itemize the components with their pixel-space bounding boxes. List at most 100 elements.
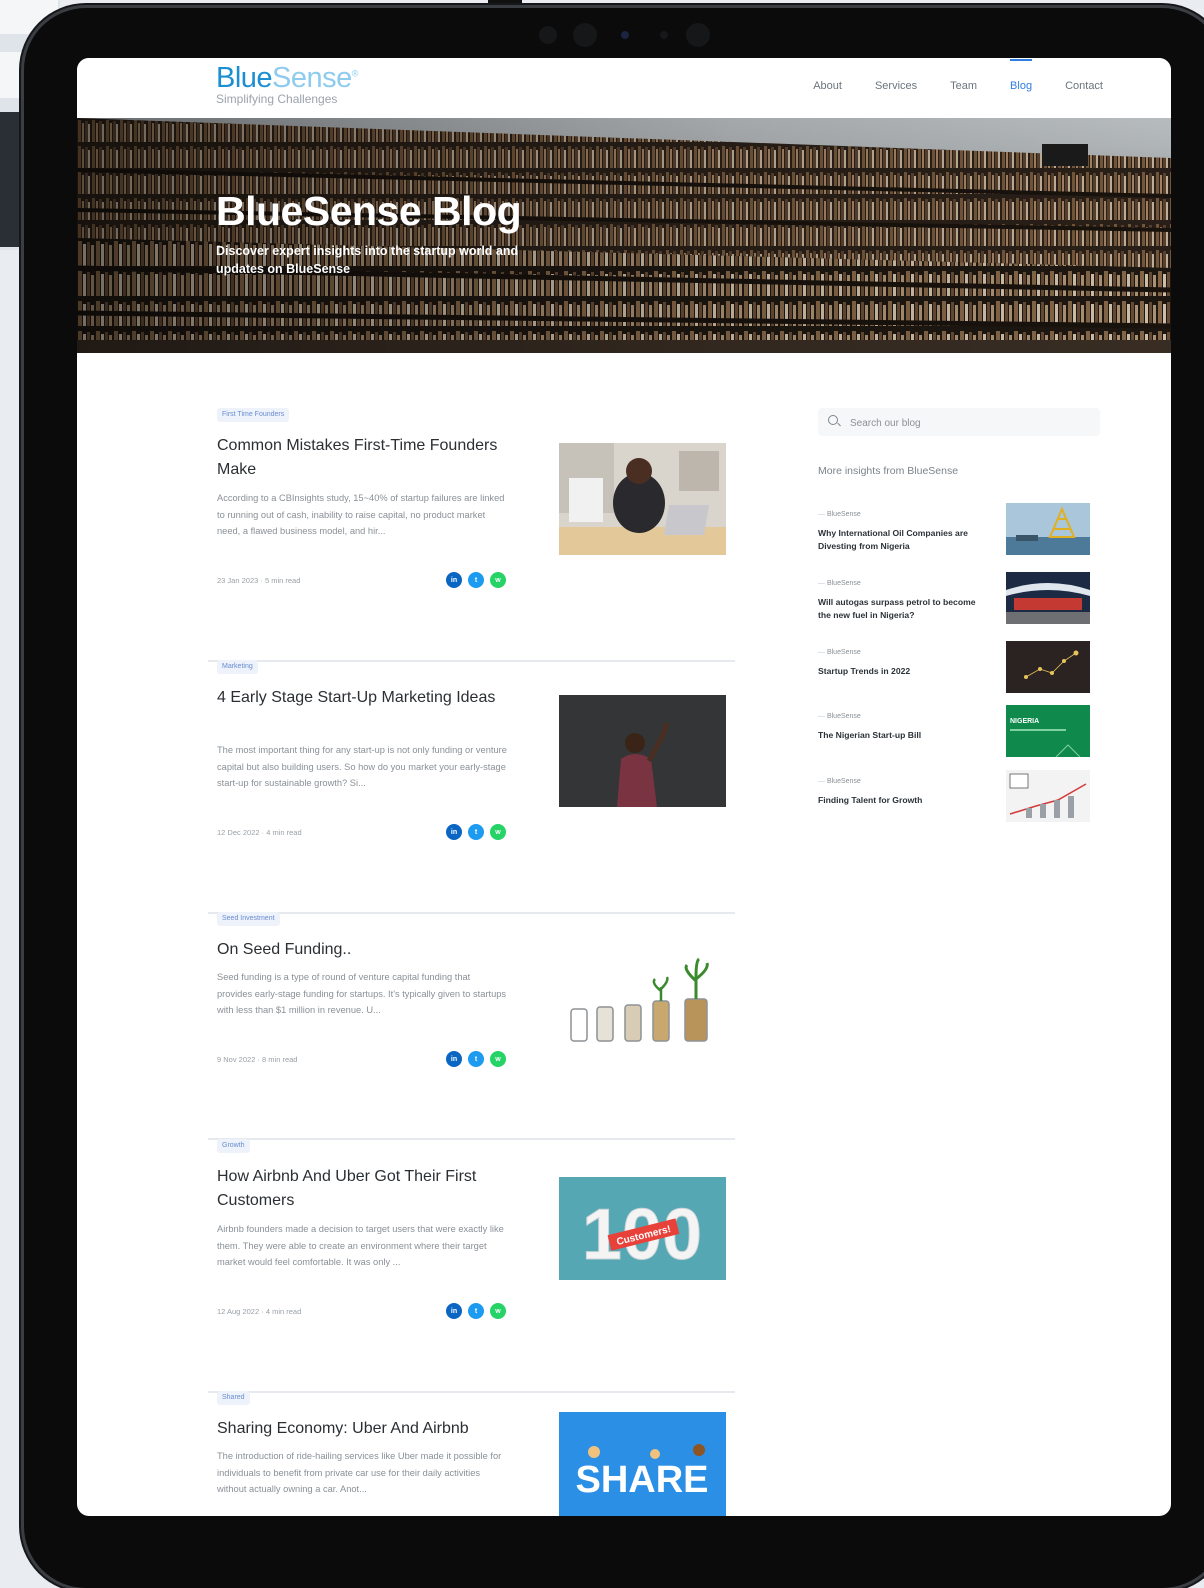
sidebar-author: BlueSense	[818, 580, 861, 587]
blog-post-card[interactable]: Marketing 4 Early Stage Start-Up Marketi…	[208, 660, 735, 914]
sidebar-article-title[interactable]: Why International Oil Companies are Dive…	[818, 527, 978, 552]
post-excerpt: According to a CBInsights study, 15~40% …	[217, 493, 505, 536]
sidebar-thumbnail[interactable]	[1006, 770, 1090, 822]
twitter-icon[interactable]: t	[468, 1303, 484, 1319]
camera-lens	[686, 23, 710, 47]
linkedin-icon[interactable]: in	[446, 1303, 462, 1319]
nav-team[interactable]: Team	[950, 80, 977, 92]
sidebar-thumbnail[interactable]	[1006, 503, 1090, 555]
sidebar-article[interactable]: BlueSense The Nigerian Start-up Bill NIG…	[818, 705, 1090, 767]
twitter-icon[interactable]: t	[468, 824, 484, 840]
linkedin-icon[interactable]: in	[446, 572, 462, 588]
search-input[interactable]	[848, 413, 1092, 433]
post-tag[interactable]: Growth	[217, 1139, 250, 1153]
founder-desk-image	[559, 443, 726, 555]
site-header: BlueSense® Simplifying Challenges About …	[77, 58, 1171, 118]
post-date: 12 Aug 2022	[217, 1307, 260, 1316]
nav-contact[interactable]: Contact	[1065, 80, 1103, 92]
post-read-time: 4 min read	[266, 828, 302, 837]
whatsapp-icon[interactable]: w	[490, 824, 506, 840]
post-thumbnail[interactable]: SHARE	[559, 1412, 726, 1516]
sidebar-article[interactable]: BlueSense Finding Talent for Growth	[818, 770, 1090, 832]
sidebar-article[interactable]: BlueSense Why International Oil Companie…	[818, 503, 1090, 565]
whatsapp-icon[interactable]: w	[490, 1051, 506, 1067]
camera-dot	[660, 31, 668, 39]
nav-services[interactable]: Services	[875, 80, 917, 92]
linkedin-icon[interactable]: in	[446, 824, 462, 840]
post-thumbnail[interactable]	[559, 947, 726, 1059]
sidebar-thumbnail[interactable]	[1006, 572, 1090, 624]
camera-sensor	[621, 31, 629, 39]
post-title[interactable]: How Airbnb And Uber Got Their First Cust…	[217, 1165, 517, 1213]
post-meta: 12 Dec 2022 · 4 min read	[217, 828, 302, 837]
camera-lens	[573, 23, 597, 47]
sidebar-article[interactable]: BlueSense Will autogas surpass petrol to…	[818, 572, 1090, 634]
post-date: 12 Dec 2022	[217, 828, 260, 837]
main-nav: About Services Team Blog Contact	[780, 59, 1103, 92]
chalkboard-image	[559, 695, 726, 807]
hero-title: BlueSense Blog	[216, 188, 522, 234]
twitter-icon[interactable]: t	[468, 572, 484, 588]
logo-secondary: Sense	[272, 62, 352, 94]
hero-subtitle: Discover expert insights into the startu…	[216, 244, 519, 276]
post-tag[interactable]: Seed Investment	[217, 912, 280, 926]
post-tag[interactable]: First Time Founders	[217, 408, 290, 422]
share-buttons: in t w	[446, 572, 506, 588]
whatsapp-icon[interactable]: w	[490, 572, 506, 588]
post-excerpt: The most important thing for any start-u…	[217, 745, 507, 788]
logo[interactable]: BlueSense®	[216, 62, 358, 95]
post-thumbnail[interactable]: 100 Customers!	[559, 1177, 726, 1280]
sidebar-article-title[interactable]: Startup Trends in 2022	[818, 665, 978, 678]
oil-rig-image	[1006, 503, 1090, 555]
post-meta: 9 Nov 2022 · 8 min read	[217, 1055, 298, 1064]
post-meta: 12 Aug 2022 · 4 min read	[217, 1307, 302, 1316]
blog-post-card[interactable]: First Time Founders Common Mistakes Firs…	[208, 408, 735, 662]
post-title[interactable]: Common Mistakes First-Time Founders Make	[217, 434, 517, 482]
sidebar-author: BlueSense	[818, 778, 861, 785]
post-title[interactable]: On Seed Funding..	[217, 938, 537, 962]
post-date: 23 Jan 2023	[217, 576, 259, 585]
post-excerpt: Airbnb founders made a decision to targe…	[217, 1224, 504, 1267]
post-meta: 23 Jan 2023 · 5 min read	[217, 576, 301, 585]
sidebar-thumbnail[interactable]: NIGERIA	[1006, 705, 1090, 757]
post-title[interactable]: 4 Early Stage Start-Up Marketing Ideas	[217, 686, 517, 710]
talent-growth-image	[1006, 770, 1090, 822]
sidebar-author: BlueSense	[818, 713, 861, 720]
post-tag[interactable]: Marketing	[217, 660, 258, 674]
post-title[interactable]: Sharing Economy: Uber And Airbnb	[217, 1417, 517, 1441]
share-word-image: SHARE	[559, 1412, 726, 1516]
share-buttons: in t w	[446, 1303, 506, 1319]
sidebar-thumbnail[interactable]	[1006, 641, 1090, 693]
nav-about[interactable]: About	[813, 80, 842, 92]
search-icon	[828, 415, 838, 425]
whatsapp-icon[interactable]: w	[490, 1303, 506, 1319]
post-thumbnail[interactable]	[559, 695, 726, 807]
sidebar-author: BlueSense	[818, 649, 861, 656]
blog-post-card[interactable]: Shared Sharing Economy: Uber And Airbnb …	[208, 1391, 735, 1516]
hundred-customers-image: 100 Customers!	[559, 1177, 726, 1280]
blog-search-box[interactable]	[818, 408, 1100, 436]
blog-post-card[interactable]: Growth How Airbnb And Uber Got Their Fir…	[208, 1139, 735, 1393]
sidebar-author: BlueSense	[818, 511, 861, 518]
sidebar-article-title[interactable]: The Nigerian Start-up Bill	[818, 729, 978, 742]
blog-post-card[interactable]: Seed Investment On Seed Funding.. Seed f…	[208, 912, 735, 1140]
sidebar-article[interactable]: BlueSense Startup Trends in 2022	[818, 641, 1090, 703]
share-buttons: in t w	[446, 824, 506, 840]
logo-registered: ®	[351, 68, 359, 79]
post-read-time: 4 min read	[265, 1307, 302, 1316]
post-tag[interactable]: Shared	[217, 1391, 250, 1405]
sidebar-article-title[interactable]: Will autogas surpass petrol to become th…	[818, 596, 978, 621]
twitter-icon[interactable]: t	[468, 1051, 484, 1067]
startup-bill-image: NIGERIA	[1006, 705, 1090, 757]
logo-tagline: Simplifying Challenges	[216, 92, 338, 106]
sidebar-heading: More insights from BlueSense	[818, 465, 959, 477]
nav-blog[interactable]: Blog	[1010, 59, 1033, 92]
linkedin-icon[interactable]: in	[446, 1051, 462, 1067]
post-thumbnail[interactable]	[559, 443, 726, 555]
post-excerpt: Seed funding is a type of round of ventu…	[217, 972, 507, 1015]
sidebar-article-title[interactable]: Finding Talent for Growth	[818, 794, 978, 807]
post-read-time: 5 min read	[264, 576, 301, 585]
share-buttons: in t w	[446, 1051, 506, 1067]
seed-jars-image	[559, 947, 726, 1059]
fuel-station-image	[1006, 572, 1090, 624]
